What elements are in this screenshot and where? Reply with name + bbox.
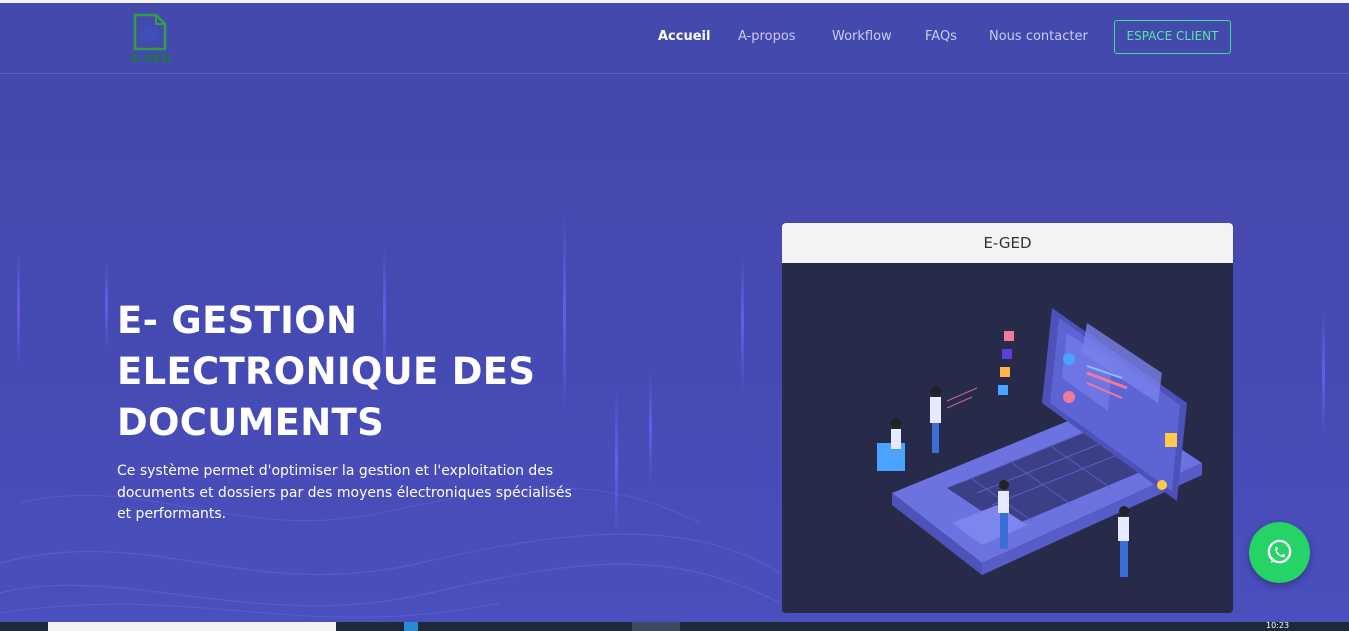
espace-client-button[interactable]: ESPACE CLIENT [1114,20,1231,54]
hero-title-line: ELECTRONIQUE DES [117,350,536,393]
top-navbar: E-GED Accueil A-propos Workflow FAQs Nou… [0,3,1349,74]
hero-title-line: E- GESTION [117,299,358,342]
nav-link-accueil[interactable]: Accueil [658,29,710,44]
logo-text: E-GED [131,52,172,65]
hero-description: Ce système permet d'optimiser la gestion… [117,463,572,522]
card-header: E-GED [782,223,1233,263]
hero-title: E- GESTION ELECTRONIQUE DES DOCUMENTS [117,295,617,448]
nav-link-a-propos[interactable]: A-propos [738,29,796,44]
taskbar-search-box[interactable] [48,622,336,631]
os-taskbar: 10:23 [0,622,1349,631]
isometric-laptop-illustration-icon [782,263,1233,613]
whatsapp-chat-button[interactable] [1249,522,1310,583]
nav-link-contact[interactable]: Nous contacter [989,29,1088,44]
fingerprint-document-icon [133,13,167,51]
taskbar-clock: 10:23 [1266,621,1290,630]
nav-link-faqs[interactable]: FAQs [925,29,957,44]
feature-card: E-GED [782,223,1233,613]
whatsapp-icon [1267,539,1292,564]
brand-logo[interactable]: E-GED [128,13,174,67]
nav-link-workflow[interactable]: Workflow [832,29,892,44]
taskbar-app-icon[interactable] [404,622,418,631]
hero-title-line: DOCUMENTS [117,401,385,444]
taskbar-app-icon[interactable] [632,622,680,631]
